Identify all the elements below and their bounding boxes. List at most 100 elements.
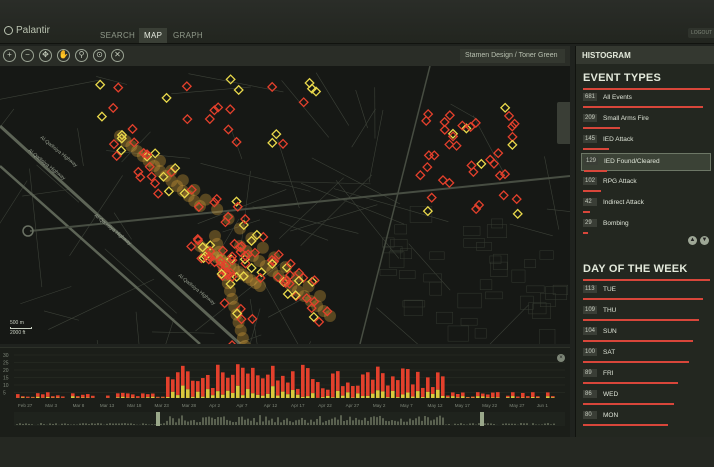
panel-header: HISTOGRAM (576, 46, 714, 64)
timeline-bar (461, 392, 465, 397)
event-marker[interactable] (476, 158, 487, 170)
event-marker[interactable] (444, 110, 455, 121)
event-marker[interactable] (415, 170, 426, 181)
event-type-row[interactable]: 209 Small Arms Fire (581, 111, 711, 129)
event-marker[interactable] (182, 113, 193, 125)
select-icon[interactable]: ✥ (39, 49, 52, 62)
event-type-row[interactable]: 145 IED Attack (581, 132, 711, 150)
timeline-bar (406, 369, 410, 393)
event-marker[interactable] (161, 92, 172, 104)
basemap-selector[interactable]: Stamen Design / Toner Green (460, 49, 565, 63)
event-marker[interactable] (247, 313, 258, 325)
timeline-histogram[interactable]: 30 25 20 15 10 5 Feb 27 Mar 3 Mar 8 Mar 13 Mar 18 M… (0, 347, 570, 437)
day-row[interactable]: 113 TUE (581, 282, 711, 300)
tab-search[interactable]: SEARCH (95, 28, 140, 43)
event-marker[interactable] (503, 110, 515, 122)
x-tick-label: Apr 12 (264, 403, 278, 408)
event-marker[interactable] (108, 139, 120, 150)
timeline-bar-yellow (421, 397, 425, 398)
timeline-bar (126, 393, 130, 398)
event-marker[interactable] (423, 150, 435, 161)
event-type-row[interactable]: 42 Indirect Attack (581, 195, 711, 213)
day-row[interactable]: 89 FRI (581, 366, 711, 384)
event-marker[interactable] (512, 208, 523, 220)
event-marker[interactable] (96, 111, 108, 122)
day-row[interactable]: 109 THU (581, 303, 711, 321)
timeline-bar-yellow (241, 395, 245, 398)
timeline-bar-yellow (276, 395, 280, 398)
event-marker[interactable] (298, 97, 309, 108)
timeline-bar (251, 367, 255, 394)
pin-icon[interactable]: ⚲ (75, 49, 88, 62)
timeline-bar-yellow (371, 393, 375, 398)
measure-icon[interactable]: ⊙ (93, 49, 106, 62)
timeline-bar-yellow (46, 396, 50, 398)
tab-graph[interactable]: GRAPH (168, 28, 208, 43)
timeline-bar-yellow (191, 396, 195, 398)
event-marker[interactable] (429, 150, 440, 161)
map-side-tab[interactable] (557, 102, 570, 144)
event-marker[interactable] (422, 205, 434, 217)
day-row[interactable]: 100 SAT (581, 345, 711, 363)
timeline-bar-yellow (211, 395, 215, 398)
event-marker[interactable] (451, 140, 462, 151)
timeline-bar (36, 393, 40, 397)
zoom-out-icon[interactable]: − (21, 49, 34, 62)
timeline-bar (471, 396, 475, 398)
x-tick-label: Mar 23 (155, 403, 170, 408)
row-bar (583, 298, 703, 300)
timeline-bar-yellow (196, 391, 200, 398)
timeline-bar (336, 371, 340, 391)
logout-button[interactable]: LOGOUT (688, 28, 714, 38)
scale-line (10, 327, 32, 329)
timeline-bar (481, 393, 485, 397)
event-marker[interactable] (422, 161, 433, 173)
timeline-bar (456, 394, 460, 398)
timeline-bar (496, 392, 500, 398)
event-marker[interactable] (493, 148, 504, 159)
event-type-row[interactable]: 681 All Events (581, 90, 711, 108)
row-count: 129 (584, 157, 599, 165)
event-marker[interactable] (426, 192, 437, 203)
row-label: SAT (603, 349, 616, 356)
close-icon[interactable]: ✕ (111, 49, 124, 62)
timeline-bar-yellow (71, 396, 75, 398)
timeline-bar-yellow (291, 390, 295, 398)
timeline-bar-yellow (256, 394, 260, 398)
event-marker[interactable] (499, 102, 511, 113)
timeline-bar-yellow (186, 389, 190, 398)
event-marker[interactable] (267, 137, 278, 148)
event-type-row[interactable]: 29 Bombing (581, 216, 711, 234)
zoom-in-icon[interactable]: + (3, 49, 16, 62)
event-marker[interactable] (153, 188, 164, 199)
timeline-close-icon[interactable]: × (557, 354, 565, 362)
event-marker[interactable] (511, 193, 522, 205)
event-marker[interactable] (225, 104, 236, 115)
tab-map[interactable]: MAP (139, 28, 168, 43)
day-row[interactable]: 80 MON (581, 408, 711, 426)
map-canvas[interactable]: Al-Qadisiya Highway Al-Qadisiya Highway Al… (0, 66, 570, 344)
event-marker[interactable] (108, 102, 119, 114)
day-row[interactable]: 86 WED (581, 387, 711, 405)
pan-icon[interactable]: ✋ (57, 49, 70, 62)
timeline-bar (186, 371, 190, 390)
event-marker[interactable] (233, 84, 244, 96)
event-marker[interactable] (271, 128, 282, 140)
timeline-bar (46, 392, 50, 397)
event-marker[interactable] (498, 190, 509, 201)
event-marker[interactable] (181, 81, 193, 92)
timeline-bar-yellow (386, 397, 390, 398)
event-type-row[interactable]: 102 RPG Attack (581, 174, 711, 192)
event-marker[interactable] (127, 123, 138, 135)
event-marker[interactable] (95, 79, 106, 90)
scroll-up-icon[interactable]: ▲ (688, 236, 697, 245)
range-handle-left[interactable] (156, 412, 160, 426)
timeline-bar-yellow (471, 397, 475, 398)
event-marker[interactable] (204, 113, 215, 125)
range-handle-right[interactable] (480, 412, 484, 426)
scroll-down-icon[interactable]: ▼ (700, 236, 709, 245)
event-marker[interactable] (113, 82, 124, 93)
event-marker[interactable] (444, 139, 455, 150)
day-row[interactable]: 104 SUN (581, 324, 711, 342)
event-type-row[interactable]: 129 IED Found/Cleared (581, 153, 711, 172)
